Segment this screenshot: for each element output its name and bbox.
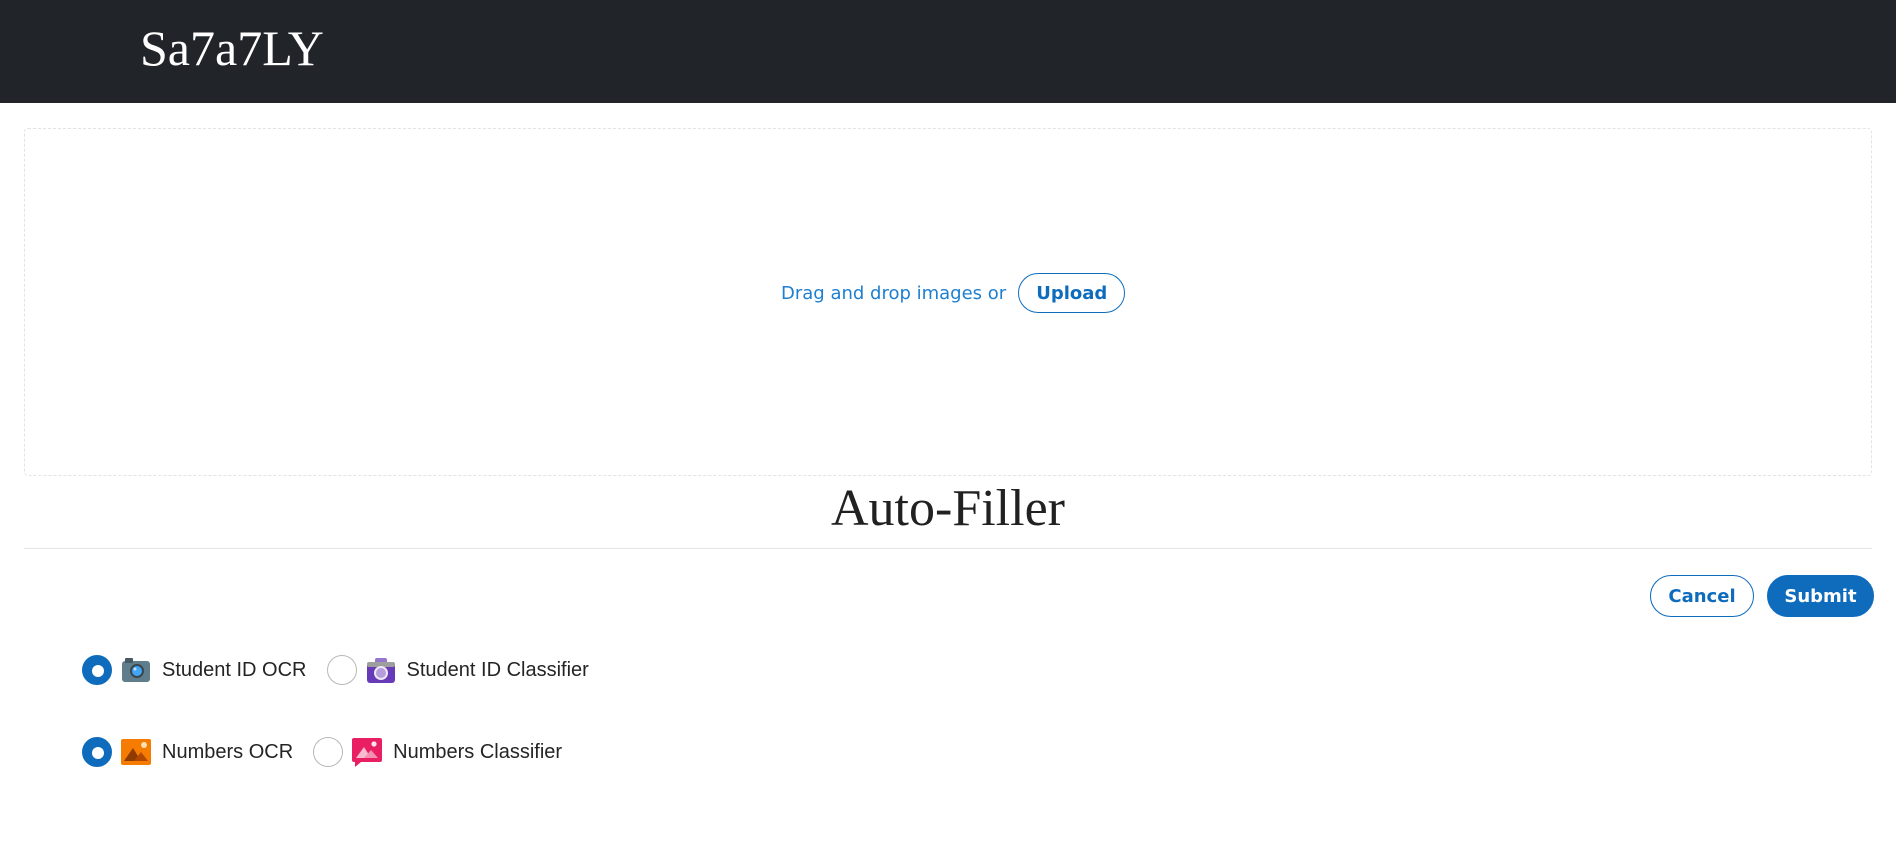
student-id-radio-group: Student ID OCR Student ID Classifier xyxy=(82,653,609,687)
camera-icon xyxy=(122,658,150,682)
numbers-classifier-label: Numbers Classifier xyxy=(393,740,563,763)
option-numbers-ocr[interactable]: Numbers OCR xyxy=(82,736,293,768)
image-pink-icon xyxy=(352,738,383,767)
image-orange-icon xyxy=(121,739,151,765)
student-id-ocr-radio[interactable] xyxy=(82,655,112,685)
submit-button[interactable]: Submit xyxy=(1767,575,1874,617)
option-student-id-classifier[interactable]: Student ID Classifier xyxy=(326,654,589,686)
student-id-classifier-label: Student ID Classifier xyxy=(406,658,589,681)
cancel-button[interactable]: Cancel xyxy=(1650,575,1754,617)
option-numbers-classifier[interactable]: Numbers Classifier xyxy=(313,736,562,768)
student-id-classifier-radio[interactable] xyxy=(326,655,357,685)
option-student-id-ocr[interactable]: Student ID OCR xyxy=(82,654,307,686)
divider xyxy=(24,548,1872,549)
upload-button[interactable]: Upload xyxy=(1018,273,1126,313)
student-id-ocr-label: Student ID OCR xyxy=(162,658,307,681)
numbers-ocr-radio[interactable] xyxy=(82,737,112,767)
brand-logo[interactable]: Sa7a7LY xyxy=(140,16,324,80)
numbers-radio-group: Numbers OCR Numbers Classifier xyxy=(82,735,582,769)
dropzone-prompt: Drag and drop images or Upload xyxy=(781,273,1126,313)
dropzone-text: Drag and drop images or xyxy=(781,282,1007,304)
numbers-classifier-radio[interactable] xyxy=(313,737,344,767)
camera-purple-icon xyxy=(366,658,395,683)
page-title: Auto-Filler xyxy=(831,480,1065,537)
numbers-ocr-label: Numbers OCR xyxy=(162,740,294,763)
top-navbar: Sa7a7LY xyxy=(0,0,1896,103)
